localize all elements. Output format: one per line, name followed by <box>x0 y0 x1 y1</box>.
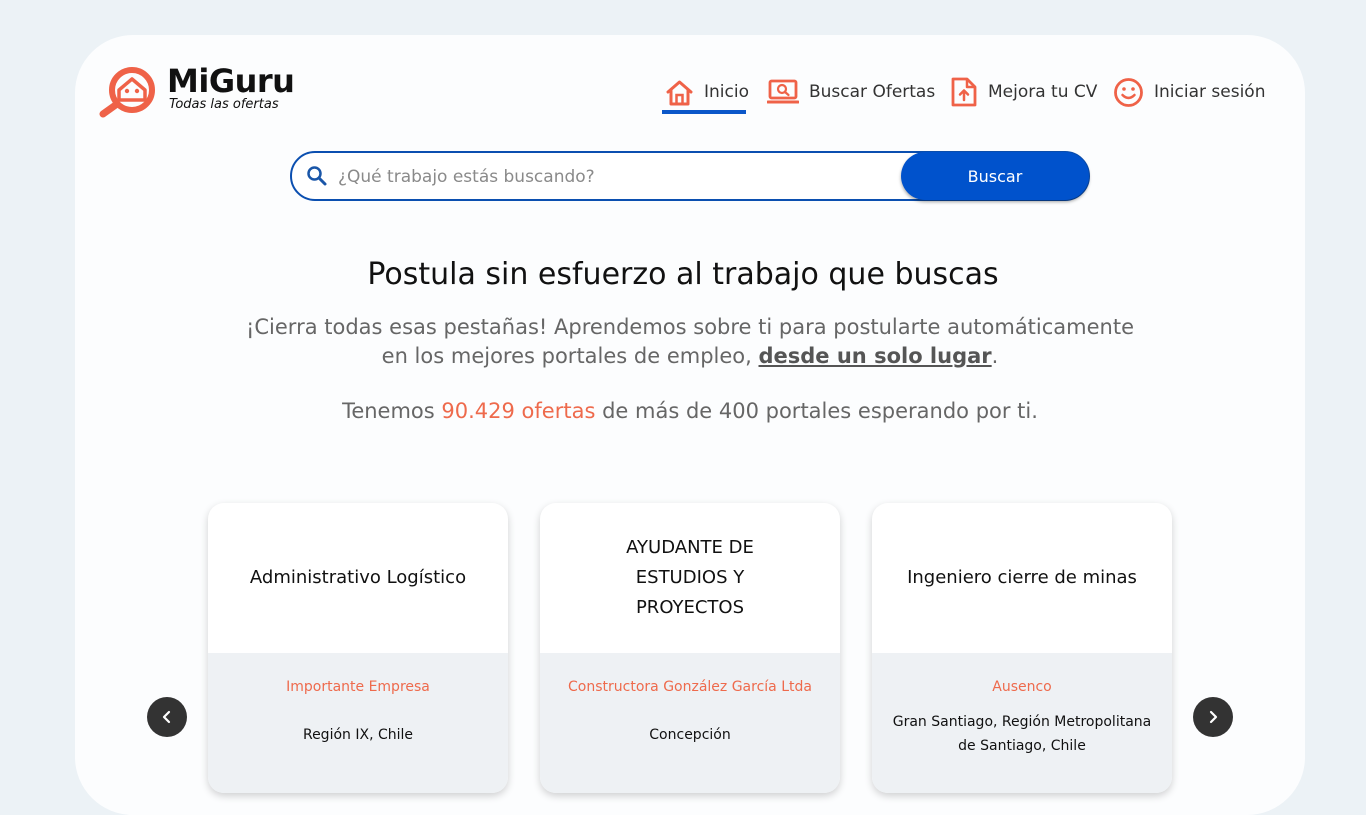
offers-count: 90.429 ofertas <box>441 399 596 423</box>
job-card-details: Importante Empresa Región IX, Chile <box>208 653 508 793</box>
job-card[interactable]: AYUDANTE DE ESTUDIOS Y PROYECTOS Constru… <box>540 503 840 793</box>
search-button[interactable]: Buscar <box>901 152 1089 200</box>
hero-subtitle-link[interactable]: desde un solo lugar <box>759 344 992 368</box>
smiley-icon <box>1114 77 1143 107</box>
job-location: Región IX, Chile <box>302 727 414 743</box>
hero-subtitle-end: . <box>991 344 999 368</box>
job-company: Constructora González García Ltda <box>568 679 812 695</box>
search-bar: Buscar <box>290 151 1090 201</box>
home-icon <box>666 80 693 105</box>
carousel-next-button[interactable] <box>1193 697 1233 737</box>
job-card-details: Constructora González García Ltda Concep… <box>540 653 840 793</box>
document-upload-icon <box>951 77 977 107</box>
nav-item-mejora-cv[interactable]: Mejora tu CV <box>950 72 1097 112</box>
job-card[interactable]: Ingeniero cierre de minas Ausenco Gran S… <box>872 503 1172 793</box>
search-icon <box>307 166 327 186</box>
job-card-header: Administrativo Logístico <box>208 503 508 653</box>
hero-subtitle: ¡Cierra todas esas pestañas! Aprendemos … <box>240 313 1140 371</box>
job-card[interactable]: Administrativo Logístico Importante Empr… <box>208 503 508 793</box>
logo-name: MiGuru <box>167 62 295 100</box>
job-card-header: Ingeniero cierre de minas <box>872 503 1172 653</box>
chevron-right-icon <box>1209 710 1218 724</box>
nav-item-inicio[interactable]: Inicio <box>665 72 749 112</box>
job-card-details: Ausenco Gran Santiago, Región Metropolit… <box>872 653 1172 793</box>
hero-title: Postula sin esfuerzo al trabajo que busc… <box>367 257 999 292</box>
job-company: Importante Empresa <box>286 679 430 695</box>
count-suffix: de más de 400 portales esperando por ti. <box>595 399 1038 423</box>
search-input[interactable] <box>336 161 900 193</box>
chevron-left-icon <box>162 710 171 724</box>
nav-item-buscar-ofertas[interactable]: Buscar Ofertas <box>767 72 935 112</box>
nav-item-iniciar-sesion[interactable]: Iniciar sesión <box>1113 72 1265 112</box>
laptop-search-icon <box>767 79 799 104</box>
job-title: Ingeniero cierre de minas <box>907 567 1137 588</box>
hero-subtitle-text: ¡Cierra todas esas pestañas! Aprendemos … <box>245 315 1135 368</box>
nav-label: Buscar Ofertas <box>809 82 936 102</box>
job-location: Gran Santiago, Región Metropolitana de S… <box>892 714 1152 754</box>
nav-label: Iniciar sesión <box>1154 82 1266 102</box>
nav-label: Inicio <box>704 82 749 102</box>
count-prefix: Tenemos <box>342 399 442 423</box>
carousel-prev-button[interactable] <box>147 697 187 737</box>
nav-label: Mejora tu CV <box>988 82 1098 102</box>
job-location: Concepción <box>649 727 731 743</box>
offers-count-text: Tenemos 90.429 ofertas de más de 400 por… <box>0 399 1366 423</box>
logo[interactable]: MiGuru Todas las ofertas <box>99 62 299 118</box>
logo-tagline: Todas las ofertas <box>169 97 279 112</box>
logo-mark-icon <box>99 67 155 118</box>
job-company: Ausenco <box>992 679 1052 695</box>
job-title: Administrativo Logístico <box>249 567 467 588</box>
nav-active-indicator <box>662 110 746 114</box>
job-card-header: AYUDANTE DE ESTUDIOS Y PROYECTOS <box>540 503 840 653</box>
job-title: AYUDANTE DE ESTUDIOS Y PROYECTOS <box>626 537 754 618</box>
